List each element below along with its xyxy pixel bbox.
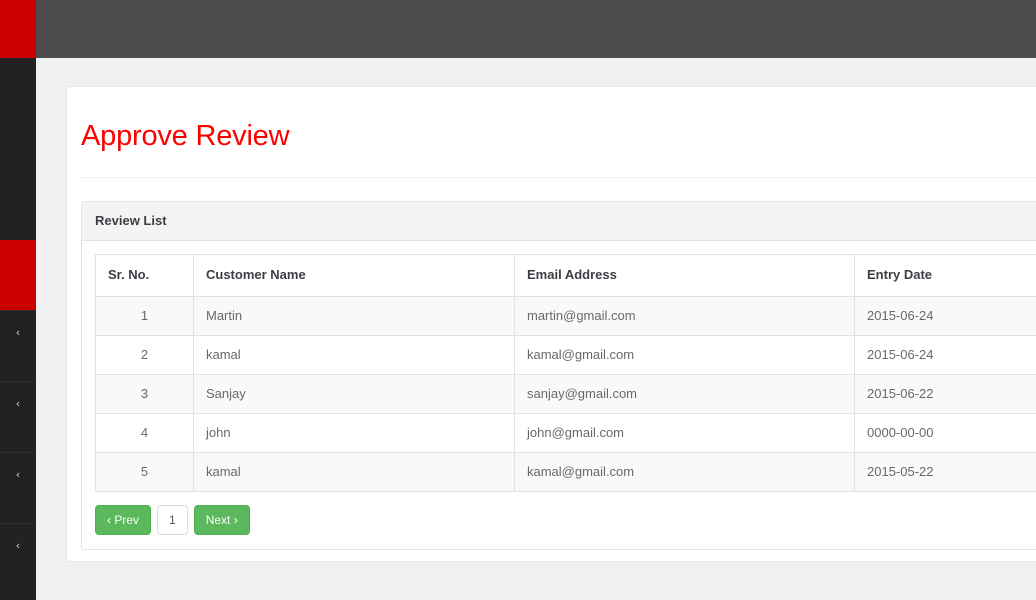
- table-row[interactable]: 3 Sanjay sanjay@gmail.com 2015-06-22: [95, 374, 1036, 414]
- chevron-left-icon: ‹: [15, 468, 21, 481]
- sidebar-item-3[interactable]: ‹: [0, 452, 36, 523]
- cell-email-address: john@gmail.com: [514, 413, 855, 453]
- review-table: Sr. No. Customer Name Email Address Entr…: [95, 254, 1036, 492]
- sidebar-item-2[interactable]: ‹: [0, 381, 36, 452]
- pagination: ‹ Prev 1 Next ›: [95, 492, 1036, 535]
- panel-heading: Review List: [82, 202, 1036, 241]
- cell-email-address: martin@gmail.com: [514, 296, 855, 336]
- cell-email-address: kamal@gmail.com: [514, 335, 855, 375]
- cell-customer-name: Sanjay: [193, 374, 515, 414]
- sidebar-top-section: [0, 58, 36, 240]
- cell-entry-date: 2015-06-24: [854, 335, 1036, 375]
- cell-customer-name: Martin: [193, 296, 515, 336]
- main-content: Approve Review Review List Sr. No. Custo…: [36, 58, 1036, 600]
- chevron-left-icon: ‹: [15, 539, 21, 552]
- app-window: ‹ ‹ ‹ ‹ Approve Review Review List Sr. N…: [0, 0, 1036, 600]
- current-page-button[interactable]: 1: [157, 505, 188, 535]
- cell-sr-no: 2: [95, 335, 194, 375]
- panel-title: Review List: [95, 213, 167, 228]
- cell-entry-date: 0000-00-00: [854, 413, 1036, 453]
- review-list-panel: Review List Sr. No. Customer Name Email …: [81, 201, 1036, 550]
- table-row[interactable]: 5 kamal kamal@gmail.com 2015-05-22: [95, 452, 1036, 492]
- table-row[interactable]: 2 kamal kamal@gmail.com 2015-06-24: [95, 335, 1036, 375]
- sidebar: ‹ ‹ ‹ ‹: [0, 58, 36, 600]
- column-header-customer-name[interactable]: Customer Name: [193, 254, 515, 297]
- table-row[interactable]: 1 Martin martin@gmail.com 2015-06-24: [95, 296, 1036, 336]
- column-header-entry-date[interactable]: Entry Date: [854, 254, 1036, 297]
- cell-email-address: kamal@gmail.com: [514, 452, 855, 492]
- cell-email-address: sanjay@gmail.com: [514, 374, 855, 414]
- cell-entry-date: 2015-06-24: [854, 296, 1036, 336]
- cell-entry-date: 2015-05-22: [854, 452, 1036, 492]
- prev-page-button[interactable]: ‹ Prev: [95, 505, 152, 535]
- brand-logo-block[interactable]: [0, 0, 36, 58]
- top-navbar: [0, 0, 1036, 58]
- chevron-left-icon: ‹: [15, 326, 21, 339]
- sidebar-active-item[interactable]: [0, 240, 36, 310]
- table-header-row: Sr. No. Customer Name Email Address Entr…: [95, 254, 1036, 297]
- cell-customer-name: john: [193, 413, 515, 453]
- page-title: Approve Review: [81, 120, 290, 152]
- sidebar-item-1[interactable]: ‹: [0, 310, 36, 381]
- cell-sr-no: 1: [95, 296, 194, 336]
- column-header-sr-no[interactable]: Sr. No.: [95, 254, 194, 297]
- chevron-left-icon: ‹: [15, 397, 21, 410]
- next-page-button[interactable]: Next ›: [193, 505, 250, 535]
- cell-sr-no: 5: [95, 452, 194, 492]
- content-card: Approve Review Review List Sr. No. Custo…: [66, 86, 1036, 562]
- cell-sr-no: 3: [95, 374, 194, 414]
- table-row[interactable]: 4 john john@gmail.com 0000-00-00: [95, 413, 1036, 453]
- cell-customer-name: kamal: [193, 335, 515, 375]
- cell-customer-name: kamal: [193, 452, 515, 492]
- cell-sr-no: 4: [95, 413, 194, 453]
- column-header-email-address[interactable]: Email Address: [514, 254, 855, 297]
- cell-entry-date: 2015-06-22: [854, 374, 1036, 414]
- table-body: 1 Martin martin@gmail.com 2015-06-24 2 k…: [95, 296, 1036, 492]
- panel-body: Sr. No. Customer Name Email Address Entr…: [82, 241, 1036, 549]
- title-divider: [81, 177, 1036, 178]
- sidebar-item-4[interactable]: ‹: [0, 523, 36, 594]
- table-head: Sr. No. Customer Name Email Address Entr…: [95, 254, 1036, 297]
